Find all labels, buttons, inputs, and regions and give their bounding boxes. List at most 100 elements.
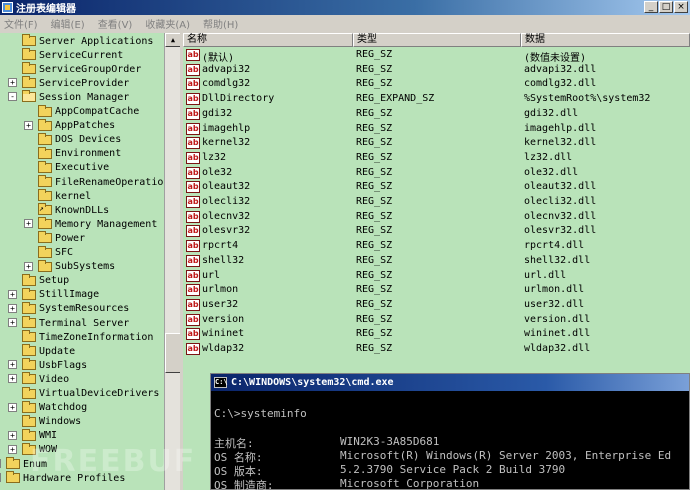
registry-value-row[interactable]: ab lz32 REG_SZ lz32.dll — [183, 151, 690, 166]
tree-item[interactable]: - Session Manager — [8, 90, 129, 104]
tree-item[interactable]: + SubSystems — [24, 259, 115, 274]
expand-icon[interactable]: + — [8, 360, 17, 370]
expand-icon[interactable]: + — [8, 374, 17, 384]
tree-item[interactable]: TimeZoneInformation — [22, 330, 153, 344]
value-type: REG_SZ — [356, 328, 393, 340]
value-type: REG_SZ — [356, 343, 393, 354]
value-type: REG_SZ — [356, 254, 393, 266]
registry-value-row[interactable]: ab ole32 REG_SZ ole32.dll — [183, 166, 690, 181]
expand-icon[interactable]: + — [0, 459, 1, 468]
registry-value-row[interactable]: ab imagehlp REG_SZ imagehlp.dll — [183, 122, 690, 137]
registry-value-row[interactable]: ab url REG_SZ url.dll — [183, 269, 690, 284]
tree-item[interactable]: + Memory Management — [24, 217, 157, 231]
close-button[interactable]: × — [674, 1, 688, 13]
menu-view[interactable]: 查看(V) — [98, 16, 133, 31]
tree-item[interactable]: + UsbFlags — [8, 358, 87, 372]
folder-icon — [38, 146, 52, 159]
tree-item[interactable]: Power — [38, 231, 85, 245]
tree-item[interactable]: SFC — [38, 245, 73, 260]
registry-value-row[interactable]: ab advapi32 REG_SZ advapi32.dll — [183, 63, 690, 78]
tree-item[interactable]: Server Applications — [22, 34, 153, 48]
value-data: imagehlp.dll — [524, 122, 597, 134]
maximize-button[interactable]: □ — [659, 1, 673, 13]
string-value-icon: ab — [186, 78, 200, 91]
value-data: gdi32.dll — [524, 107, 579, 119]
tree-item[interactable]: + Watchdog — [8, 400, 87, 415]
tree-item-label: ServiceProvider — [39, 77, 130, 89]
scroll-up-arrow-icon[interactable]: ▲ — [165, 33, 181, 47]
tree-scrollbar[interactable]: ▲ — [164, 33, 181, 490]
registry-value-row[interactable]: ab rpcrt4 REG_SZ rpcrt4.dll — [183, 239, 690, 254]
tree-item[interactable]: + AppPatches — [24, 118, 115, 133]
registry-value-row[interactable]: ab version REG_SZ version.dll — [183, 313, 690, 328]
registry-value-row[interactable]: ab DllDirectory REG_EXPAND_SZ %SystemRoot%\… — [183, 92, 690, 107]
expand-icon[interactable]: + — [8, 402, 17, 412]
tree-item[interactable]: + StillImage — [8, 287, 99, 302]
column-data-header[interactable]: 数据 — [521, 33, 690, 47]
expand-icon[interactable]: + — [8, 303, 17, 313]
cmd-output-label: OS 制造商: — [214, 479, 274, 490]
value-type: REG_SZ — [356, 49, 393, 60]
folder-icon — [22, 372, 36, 385]
registry-value-row[interactable]: ab wldap32 REG_SZ wldap32.dll — [183, 342, 690, 357]
minimize-button[interactable]: _ — [644, 1, 658, 13]
tree-item[interactable]: FileRenameOperations — [38, 175, 164, 189]
registry-value-row[interactable]: ab user32 REG_SZ user32.dll — [183, 298, 690, 313]
column-name-header[interactable]: 名称 — [183, 33, 353, 47]
tree-item-label: VirtualDeviceDrivers — [39, 388, 160, 399]
registry-key-tree[interactable]: Server Applications ServiceCurrent Service… — [0, 33, 164, 490]
registry-value-row[interactable]: ab olecnv32 REG_SZ olecnv32.dll — [183, 210, 690, 225]
folder-icon — [38, 203, 52, 216]
registry-value-row[interactable]: ab kernel32 REG_SZ kernel32.dll — [183, 136, 690, 151]
tree-item[interactable]: Update — [22, 344, 75, 358]
registry-value-row[interactable]: ab urlmon REG_SZ urlmon.dll — [183, 283, 690, 298]
registry-value-row[interactable]: ab (默认) REG_SZ (数值未设置) — [183, 48, 690, 64]
menu-favorites[interactable]: 收藏夹(A) — [145, 16, 190, 31]
expand-icon[interactable]: + — [8, 444, 17, 454]
folder-icon — [38, 217, 52, 230]
tree-item[interactable]: + Video — [8, 372, 69, 386]
registry-value-row[interactable]: ab wininet REG_SZ wininet.dll — [183, 327, 690, 342]
tree-item[interactable]: kernel — [38, 189, 91, 203]
registry-value-row[interactable]: ab comdlg32 REG_SZ comdlg32.dll — [183, 77, 690, 92]
expand-icon[interactable]: + — [8, 289, 17, 299]
tree-item[interactable]: + Terminal Server — [8, 316, 129, 330]
tree-item-label: ServiceCurrent — [39, 49, 124, 61]
registry-value-row[interactable]: ab olecli32 REG_SZ olecli32.dll — [183, 195, 690, 210]
expand-icon[interactable]: + — [24, 261, 33, 271]
registry-value-row[interactable]: ab gdi32 REG_SZ gdi32.dll — [183, 107, 690, 122]
expand-icon[interactable]: + — [8, 78, 17, 88]
menu-edit[interactable]: 编辑(E) — [51, 16, 85, 31]
expand-icon[interactable]: + — [0, 473, 1, 483]
tree-item[interactable]: Setup — [22, 273, 69, 288]
tree-item[interactable]: AppCompatCache — [38, 104, 139, 119]
tree-item[interactable]: ServiceGroupOrder — [22, 62, 141, 76]
scrollbar-thumb[interactable] — [165, 333, 181, 373]
column-type-header[interactable]: 类型 — [353, 33, 521, 47]
tree-item[interactable]: DOS Devices — [38, 132, 121, 147]
menu-help[interactable]: 帮助(H) — [203, 16, 238, 31]
tree-item[interactable]: + ServiceProvider — [8, 76, 130, 90]
expand-icon[interactable]: + — [8, 430, 17, 440]
tree-item[interactable]: ServiceCurrent — [22, 48, 123, 62]
tree-item-label: Update — [39, 345, 76, 357]
menu-file[interactable]: 文件(F) — [4, 16, 38, 31]
tree-item[interactable]: Windows — [22, 414, 81, 429]
tree-item[interactable]: VirtualDeviceDrivers — [22, 386, 160, 401]
tree-item[interactable]: + WMI — [8, 428, 57, 443]
cmd-window[interactable]: C:\ C:\WINDOWS\system32\cmd.exe C:\>syst… — [210, 373, 690, 490]
expand-icon[interactable]: + — [24, 120, 33, 130]
cmd-output-value: 5.2.3790 Service Pack 2 Build 3790 — [340, 463, 566, 476]
tree-item[interactable]: Environment — [38, 146, 121, 161]
collapse-icon[interactable]: - — [8, 92, 17, 102]
registry-value-row[interactable]: ab shell32 REG_SZ shell32.dll — [183, 254, 690, 269]
expand-icon[interactable]: + — [8, 318, 17, 327]
tree-item[interactable]: + SystemResources — [8, 301, 129, 316]
value-name: urlmon — [202, 284, 239, 296]
tree-item[interactable]: Executive — [38, 160, 109, 175]
expand-icon[interactable]: + — [24, 219, 33, 229]
registry-value-row[interactable]: ab oleaut32 REG_SZ oleaut32.dll — [183, 180, 690, 195]
registry-value-row[interactable]: ab olesvr32 REG_SZ olesvr32.dll — [183, 224, 690, 239]
tree-item[interactable]: KnownDLLs — [38, 203, 109, 217]
tree-item-label: Power — [55, 232, 86, 244]
